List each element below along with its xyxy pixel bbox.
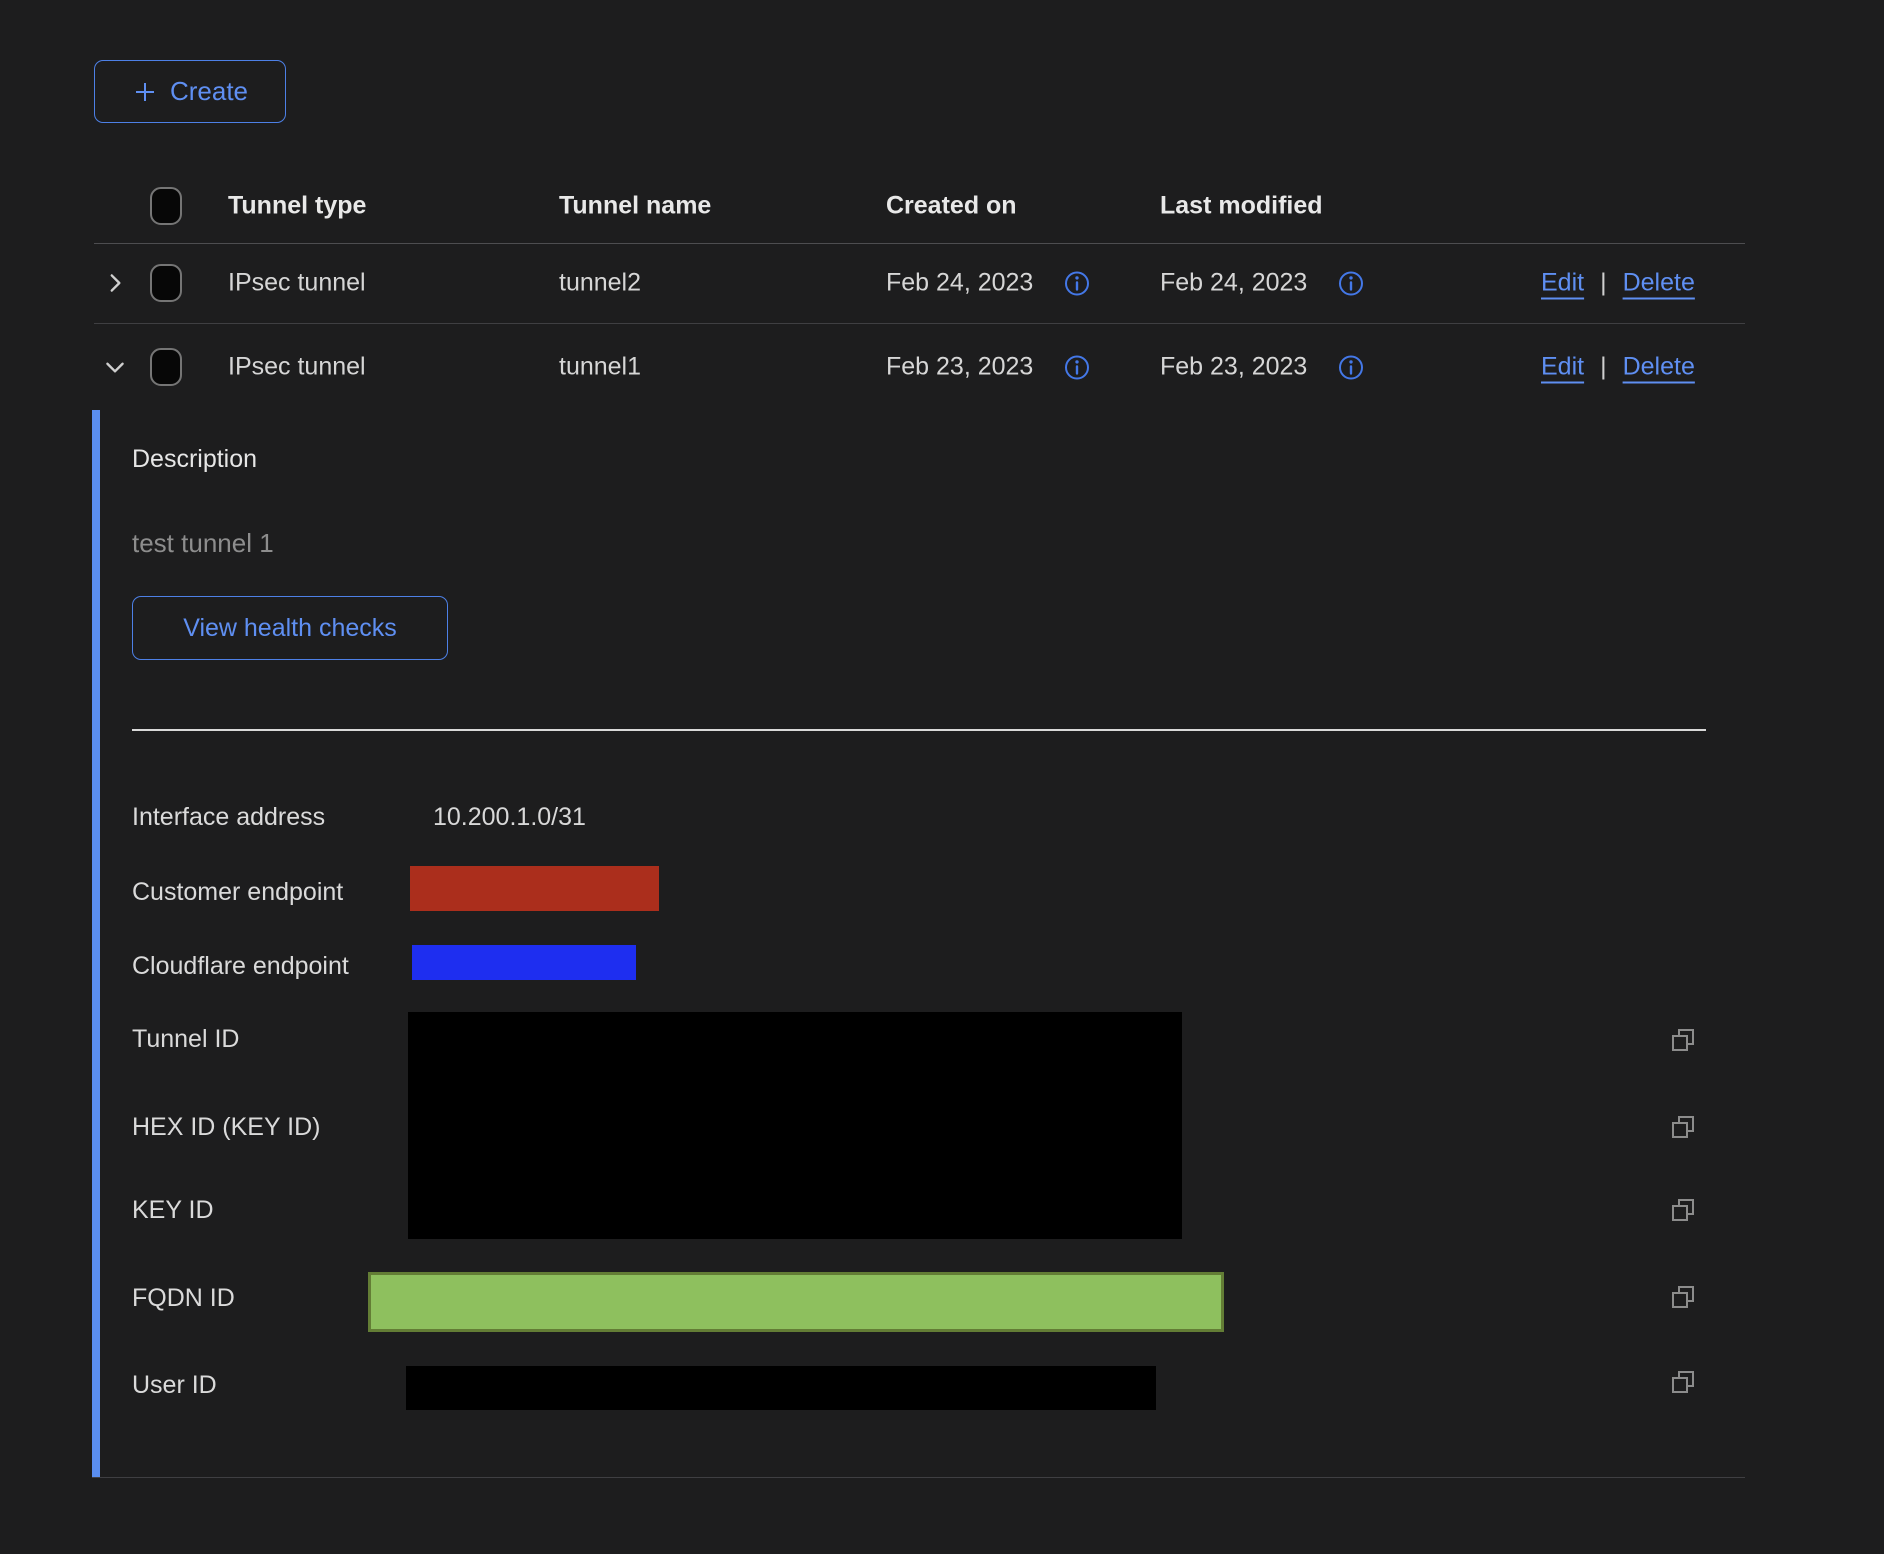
copy-hex-id-button[interactable] bbox=[1666, 1110, 1700, 1144]
copy-key-id-button[interactable] bbox=[1666, 1193, 1700, 1227]
header-last-modified: Last modified bbox=[1160, 191, 1323, 220]
created-info-button[interactable] bbox=[1063, 269, 1091, 297]
edit-link[interactable]: Edit bbox=[1541, 353, 1584, 382]
select-all-checkbox[interactable] bbox=[150, 187, 182, 225]
customer-endpoint-redacted-value bbox=[410, 866, 659, 911]
chevron-down-icon bbox=[102, 354, 128, 380]
edit-link[interactable]: Edit bbox=[1541, 269, 1584, 298]
row-checkbox[interactable] bbox=[150, 348, 182, 386]
table-row-tunnel1: IPsec tunnel tunnel1 Feb 23, 2023 Feb 23… bbox=[94, 324, 1745, 410]
user-id-redacted-value bbox=[406, 1366, 1156, 1410]
tunnel-type-cell: IPsec tunnel bbox=[228, 269, 366, 298]
panel-divider bbox=[132, 729, 1706, 731]
copy-icon bbox=[1668, 1025, 1698, 1055]
copy-icon bbox=[1668, 1195, 1698, 1225]
key-id-label: KEY ID bbox=[132, 1195, 214, 1225]
user-id-label: User ID bbox=[132, 1370, 217, 1400]
interface-address-label: Interface address bbox=[132, 802, 325, 832]
copy-icon bbox=[1668, 1282, 1698, 1312]
info-icon bbox=[1337, 269, 1365, 297]
create-button-label: Create bbox=[170, 76, 248, 107]
action-separator: | bbox=[1600, 269, 1607, 298]
created-on-cell: Feb 23, 2023 bbox=[886, 353, 1033, 382]
modified-info-button[interactable] bbox=[1337, 353, 1365, 381]
tunnel-name-cell: tunnel2 bbox=[559, 269, 641, 298]
cloudflare-endpoint-label: Cloudflare endpoint bbox=[132, 951, 349, 981]
copy-icon bbox=[1668, 1112, 1698, 1142]
chevron-right-icon bbox=[102, 270, 128, 296]
table-header: Tunnel type Tunnel name Created on Last … bbox=[94, 168, 1745, 244]
expanded-row-bottom-border bbox=[92, 1477, 1745, 1478]
created-info-button[interactable] bbox=[1063, 353, 1091, 381]
row-checkbox[interactable] bbox=[150, 264, 182, 302]
copy-tunnel-id-button[interactable] bbox=[1666, 1023, 1700, 1057]
view-health-checks-button[interactable]: View health checks bbox=[132, 596, 448, 660]
copy-fqdn-id-button[interactable] bbox=[1666, 1280, 1700, 1314]
expand-row-button[interactable] bbox=[102, 270, 128, 296]
customer-endpoint-label: Customer endpoint bbox=[132, 877, 343, 907]
header-created-on: Created on bbox=[886, 191, 1017, 220]
info-icon bbox=[1063, 269, 1091, 297]
tunnel-id-label: Tunnel ID bbox=[132, 1024, 239, 1054]
tunnel-type-cell: IPsec tunnel bbox=[228, 353, 366, 382]
description-label: Description bbox=[132, 445, 257, 474]
interface-address-value: 10.200.1.0/31 bbox=[433, 802, 586, 832]
created-on-cell: Feb 24, 2023 bbox=[886, 269, 1033, 298]
collapse-row-button[interactable] bbox=[102, 354, 128, 380]
tunnel-name-cell: tunnel1 bbox=[559, 353, 641, 382]
description-value: test tunnel 1 bbox=[132, 528, 274, 559]
expanded-row-accent-bar bbox=[92, 410, 100, 1478]
create-button[interactable]: Create bbox=[94, 60, 286, 123]
plus-icon bbox=[132, 79, 158, 105]
info-icon bbox=[1337, 353, 1365, 381]
header-tunnel-name: Tunnel name bbox=[559, 191, 711, 220]
tunnels-page: Create Tunnel type Tunnel name Created o… bbox=[0, 0, 1884, 1554]
copy-user-id-button[interactable] bbox=[1666, 1365, 1700, 1399]
fqdn-id-redacted-value bbox=[368, 1272, 1224, 1332]
table-row-tunnel2: IPsec tunnel tunnel2 Feb 24, 2023 Feb 24… bbox=[94, 243, 1745, 324]
fqdn-id-label: FQDN ID bbox=[132, 1283, 235, 1313]
last-modified-cell: Feb 24, 2023 bbox=[1160, 269, 1307, 298]
header-tunnel-type: Tunnel type bbox=[228, 191, 366, 220]
ids-redacted-value bbox=[408, 1012, 1182, 1239]
hex-id-label: HEX ID (KEY ID) bbox=[132, 1112, 320, 1142]
action-separator: | bbox=[1600, 353, 1607, 382]
delete-link[interactable]: Delete bbox=[1623, 353, 1695, 382]
cloudflare-endpoint-redacted-value bbox=[412, 945, 636, 980]
copy-icon bbox=[1668, 1367, 1698, 1397]
delete-link[interactable]: Delete bbox=[1623, 269, 1695, 298]
info-icon bbox=[1063, 353, 1091, 381]
modified-info-button[interactable] bbox=[1337, 269, 1365, 297]
last-modified-cell: Feb 23, 2023 bbox=[1160, 353, 1307, 382]
